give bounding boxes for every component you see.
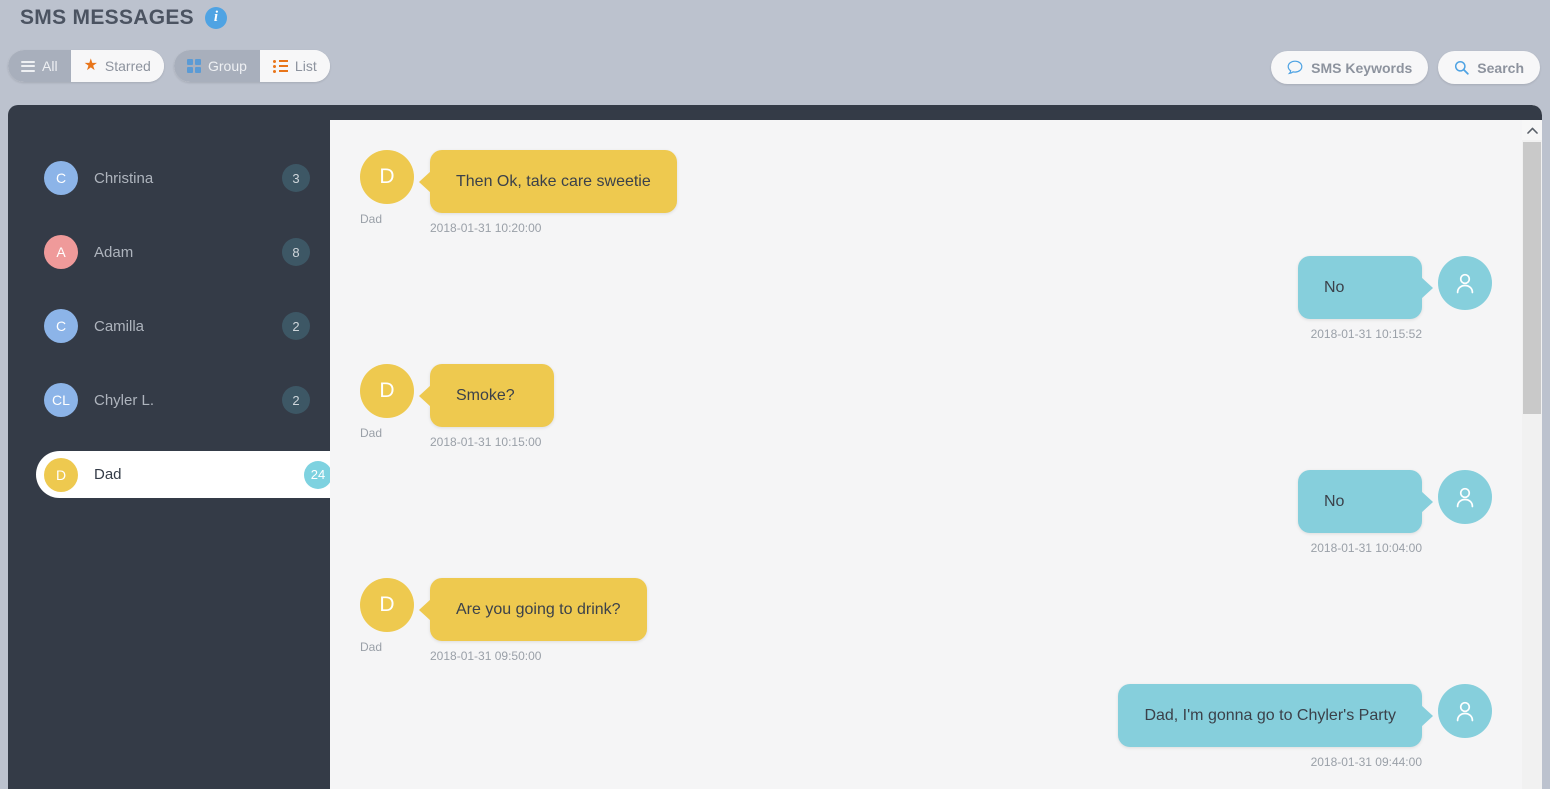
sender-name: Dad: [360, 640, 383, 654]
sender-avatar: D Dad: [360, 150, 414, 226]
avatar: C: [44, 309, 78, 343]
page-title: SMS MESSAGES: [20, 6, 194, 29]
view-tab-group-label: Group: [208, 58, 247, 74]
unread-count-badge: 2: [282, 312, 310, 340]
search-icon: [1454, 60, 1469, 75]
message-timestamp: 2018-01-31 10:15:52: [1310, 327, 1422, 342]
message-bubble[interactable]: Are you going to drink?: [430, 578, 647, 642]
chat-scrollbar[interactable]: [1522, 120, 1542, 789]
header-actions: SMS Keywords Search: [1271, 51, 1540, 84]
message-bubble[interactable]: Dad, I'm gonna go to Chyler's Party: [1118, 684, 1422, 748]
message-out: Dad, I'm gonna go to Chyler's Party 2018-…: [330, 684, 1522, 769]
unread-count-badge: 8: [282, 238, 310, 266]
contact-name: Adam: [94, 243, 134, 261]
message-bubble[interactable]: No: [1298, 470, 1422, 534]
message-bubble[interactable]: Smoke?: [430, 364, 554, 428]
filter-tab-starred-label: Starred: [104, 58, 151, 74]
bubble-wrapper: Dad, I'm gonna go to Chyler's Party 2018-…: [1118, 684, 1438, 769]
message-timestamp: 2018-01-31 10:20:00: [430, 221, 542, 236]
sidebar-contact-christina[interactable]: C Christina 3: [8, 155, 330, 201]
filter-tab-starred[interactable]: ★ Starred: [70, 50, 164, 82]
chat-panel: D Dad Then Ok, take care sweetie 2018-01-31…: [330, 105, 1542, 789]
view-tab-group[interactable]: Group: [174, 50, 260, 82]
view-toggle-group: Group List: [174, 50, 330, 82]
bubble-wrapper: Are you going to drink? 2018-01-31 09:50:…: [414, 578, 647, 663]
sidebar-contact-adam[interactable]: A Adam 8: [8, 229, 330, 275]
hamburger-icon: [21, 60, 35, 72]
scroll-up-arrow-icon[interactable]: [1522, 120, 1542, 140]
view-tab-list[interactable]: List: [259, 50, 330, 82]
star-icon: ★: [83, 57, 98, 74]
avatar: CL: [44, 383, 78, 417]
avatar: D: [44, 457, 78, 492]
sms-keywords-button[interactable]: SMS Keywords: [1271, 51, 1429, 84]
message-timestamp: 2018-01-31 10:15:00: [430, 435, 542, 450]
sidebar-contact-chyler-l[interactable]: CL Chyler L. 2: [8, 377, 330, 423]
sidebar-contact-camilla[interactable]: C Camilla 2: [8, 303, 330, 349]
message-bubble[interactable]: Then Ok, take care sweetie: [430, 150, 677, 214]
unread-count-badge: 2: [282, 386, 310, 414]
message-out: No 2018-01-31 10:15:52: [330, 256, 1522, 341]
message-out: No 2018-01-31 10:04:00: [330, 470, 1522, 555]
list-icon: [272, 59, 288, 73]
contact-name: Christina: [94, 169, 154, 187]
unread-count-badge: 24: [304, 460, 330, 489]
avatar: C: [44, 161, 78, 195]
avatar: A: [44, 235, 78, 269]
self-avatar-person-icon: [1438, 470, 1492, 524]
page-header: SMS MESSAGES i All ★ Starred Group List …: [0, 0, 1550, 105]
message-list: D Dad Then Ok, take care sweetie 2018-01-31…: [330, 120, 1522, 789]
filter-toggle-group: All ★ Starred: [8, 50, 164, 82]
sender-avatar: D Dad: [360, 578, 414, 654]
contact-list: C Christina 3 A Adam 8 C Camilla 2 CL Chyler L. 2 D D…: [8, 155, 330, 526]
message-in: D Dad Are you going to drink? 2018-01-31 09…: [330, 578, 1522, 663]
contacts-sidebar: C Christina 3 A Adam 8 C Camilla 2 CL Chyler L. 2 D D…: [8, 105, 330, 789]
sender-name: Dad: [360, 212, 383, 226]
chat-bubble-icon: [1287, 60, 1303, 75]
chat-topbar: [330, 105, 1542, 120]
self-avatar-person-icon: [1438, 684, 1492, 738]
sender-name: Dad: [360, 426, 383, 440]
message-timestamp: 2018-01-31 10:04:00: [1310, 541, 1422, 556]
sender-avatar: D Dad: [360, 364, 414, 440]
contact-name: Camilla: [94, 317, 145, 335]
unread-count-badge: 3: [282, 164, 310, 192]
scroll-thumb[interactable]: [1523, 142, 1541, 414]
filter-tab-all-label: All: [42, 58, 58, 74]
search-label: Search: [1477, 59, 1524, 76]
sidebar-contact-dad[interactable]: D Dad 24: [36, 451, 330, 498]
self-avatar-person-icon: [1438, 256, 1492, 310]
bubble-wrapper: No 2018-01-31 10:15:52: [1298, 256, 1438, 341]
sms-messages-app: SMS MESSAGES i All ★ Starred Group List …: [0, 0, 1550, 789]
bubble-wrapper: Smoke? 2018-01-31 10:15:00: [414, 364, 554, 449]
bubble-wrapper: No 2018-01-31 10:04:00: [1298, 470, 1438, 555]
title-row: SMS MESSAGES i: [20, 6, 227, 30]
message-in: D Dad Then Ok, take care sweetie 2018-01-31…: [330, 150, 1522, 235]
grid-icon: [187, 59, 201, 73]
message-timestamp: 2018-01-31 09:44:00: [1310, 755, 1422, 770]
filter-tab-all[interactable]: All: [8, 50, 71, 82]
message-bubble[interactable]: No: [1298, 256, 1422, 320]
contact-name: Chyler L.: [94, 391, 155, 409]
bubble-wrapper: Then Ok, take care sweetie 2018-01-31 10:…: [414, 150, 677, 235]
info-icon[interactable]: i: [204, 7, 227, 29]
sms-keywords-label: SMS Keywords: [1311, 59, 1413, 76]
contact-name: Dad: [94, 466, 122, 483]
search-button[interactable]: Search: [1438, 51, 1540, 84]
message-timestamp: 2018-01-31 09:50:00: [430, 649, 542, 664]
message-in: D Dad Smoke? 2018-01-31 10:15:00: [330, 364, 1522, 449]
view-tab-list-label: List: [294, 58, 317, 74]
